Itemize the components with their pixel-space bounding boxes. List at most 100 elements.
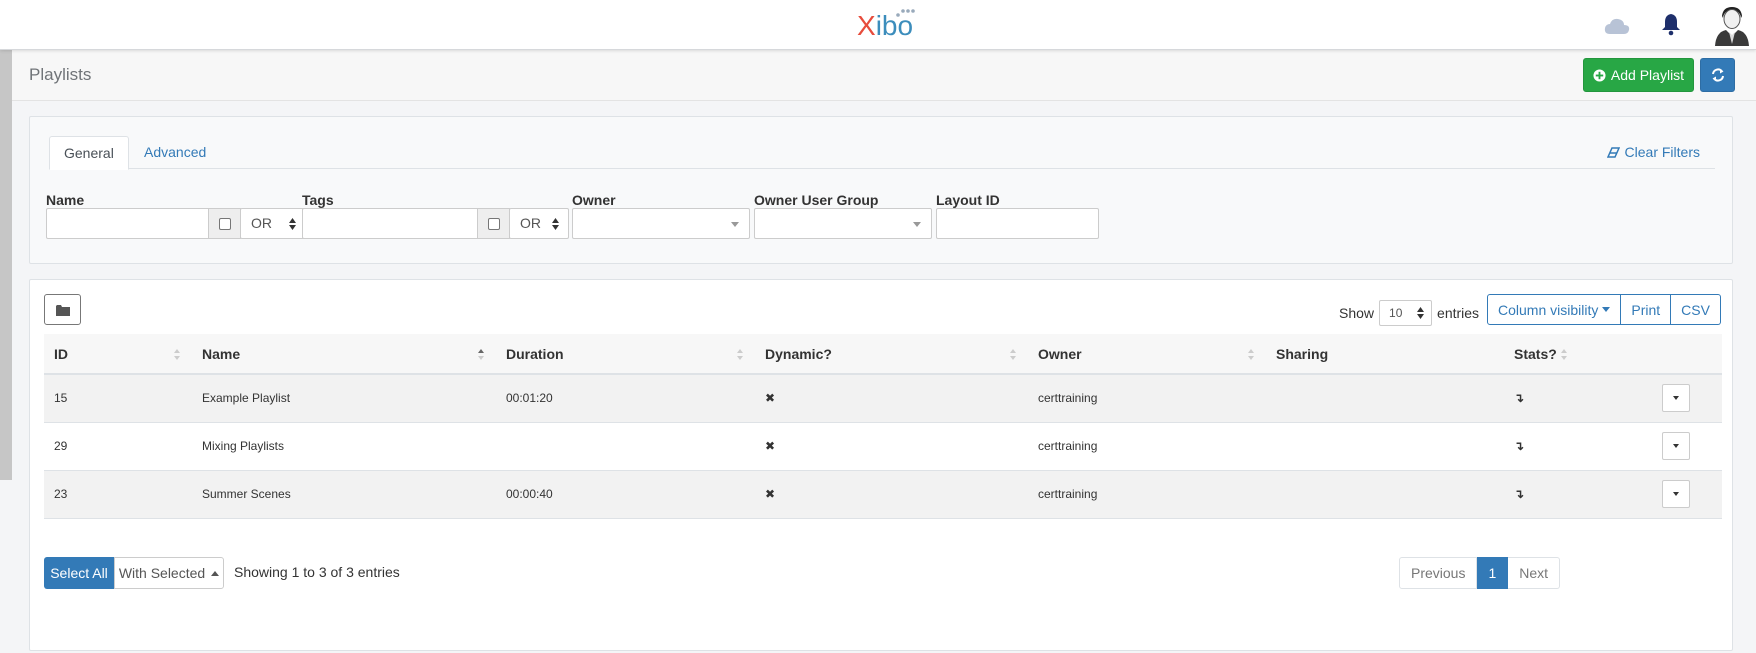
- page-length-select[interactable]: 10: [1379, 300, 1433, 326]
- cell-id: 23: [44, 470, 192, 519]
- tab-general[interactable]: General: [49, 136, 129, 170]
- caret-down-icon: [1602, 307, 1611, 312]
- caret-down-icon: [1673, 444, 1679, 448]
- table-info-text: Showing 1 to 3 of 3 entries: [234, 564, 400, 580]
- cell-sharing: [1266, 374, 1504, 423]
- cell-id: 15: [44, 374, 192, 423]
- stats-enabled-icon: ↴: [1514, 487, 1525, 501]
- page-title: Playlists: [29, 65, 92, 84]
- name-regex-checkbox[interactable]: [208, 208, 241, 239]
- previous-page-button[interactable]: Previous: [1399, 557, 1478, 589]
- tab-advanced[interactable]: Advanced: [130, 136, 220, 170]
- page-length-control: Show 10 entries: [1339, 300, 1479, 326]
- column-header-label: Duration: [506, 345, 564, 362]
- name-filter-input[interactable]: [46, 208, 210, 239]
- sort-icon: [1248, 349, 1254, 360]
- cell-dynamic: ✖: [755, 374, 1028, 423]
- layout-id-filter-input[interactable]: [936, 208, 1099, 239]
- cell-id: 29: [44, 422, 192, 471]
- tags-exact-checkbox[interactable]: [477, 208, 510, 239]
- pagination: Previous 1 Next: [1399, 557, 1561, 589]
- sidebar-strip: [0, 50, 12, 480]
- folder-button[interactable]: [44, 294, 81, 325]
- table-row[interactable]: 23 Summer Scenes 00:00:40 ✖ certtraining…: [44, 470, 1722, 519]
- select-all-button[interactable]: Select All: [44, 557, 114, 589]
- checkbox-box[interactable]: [218, 217, 231, 230]
- owner-filter-select[interactable]: [572, 208, 750, 239]
- caret-down-icon: [1673, 492, 1679, 496]
- plus-circle-icon: [1593, 68, 1606, 82]
- table-row[interactable]: 29 Mixing Playlists ✖ certtraining ↴: [44, 422, 1722, 471]
- caret-up-icon: [211, 570, 220, 576]
- name-operator-select[interactable]: OR: [240, 208, 306, 239]
- checkbox-box[interactable]: [487, 217, 500, 230]
- folder-icon: [55, 304, 70, 316]
- filter-tabs: General Advanced: [49, 136, 1715, 170]
- name-operator-value: OR: [251, 215, 272, 231]
- tags-filter-input[interactable]: [302, 208, 479, 239]
- row-actions-button[interactable]: [1662, 384, 1690, 413]
- tags-filter-label: Tags: [302, 192, 334, 208]
- bell-icon[interactable]: [1660, 12, 1682, 36]
- updown-icon: [289, 218, 296, 230]
- layout-id-filter-label: Layout ID: [936, 192, 1000, 208]
- row-actions-button[interactable]: [1662, 480, 1690, 508]
- sort-ascending-icon: [478, 349, 484, 360]
- cell-stats: ↴: [1504, 470, 1722, 519]
- clear-filters-label: Clear Filters: [1624, 144, 1700, 160]
- column-header-stats[interactable]: Stats?: [1504, 334, 1722, 375]
- csv-button[interactable]: CSV: [1671, 294, 1721, 325]
- cell-name: Summer Scenes: [192, 470, 496, 519]
- cell-duration: [496, 422, 755, 471]
- caret-down-icon: [1673, 396, 1679, 401]
- name-filter-label: Name: [46, 192, 85, 208]
- column-visibility-label: Column visibility: [1498, 301, 1599, 318]
- column-header-dynamic[interactable]: Dynamic?: [755, 334, 1028, 375]
- print-button[interactable]: Print: [1621, 294, 1672, 325]
- cell-dynamic: ✖: [755, 422, 1028, 471]
- updown-icon: [552, 218, 559, 230]
- column-header-label: ID: [54, 345, 68, 362]
- tags-operator-value: OR: [520, 215, 541, 231]
- sort-icon: [1561, 349, 1567, 360]
- owner-group-filter-select[interactable]: [754, 208, 932, 239]
- chevron-down-icon: [913, 222, 921, 227]
- cloud-icon[interactable]: [1604, 17, 1630, 35]
- column-visibility-button[interactable]: Column visibility: [1487, 294, 1622, 325]
- updown-icon: [1417, 307, 1425, 319]
- column-header-name[interactable]: Name: [192, 334, 496, 375]
- cell-duration: 00:00:40: [496, 470, 755, 519]
- add-playlist-button[interactable]: Add Playlist: [1583, 58, 1694, 92]
- top-navbar: Xibo: [0, 0, 1756, 50]
- column-header-duration[interactable]: Duration: [496, 334, 755, 375]
- tags-operator-select[interactable]: OR: [509, 208, 569, 239]
- xibo-logo[interactable]: Xibo: [857, 9, 915, 44]
- cell-owner: certtraining: [1028, 470, 1266, 519]
- sort-icon: [737, 349, 743, 360]
- eraser-icon: [1606, 146, 1620, 158]
- clear-filters-link[interactable]: Clear Filters: [1606, 144, 1700, 160]
- page-1-button[interactable]: 1: [1477, 557, 1509, 589]
- page-header: Playlists Add Playlist: [12, 50, 1756, 101]
- row-actions-button[interactable]: [1662, 432, 1690, 460]
- column-header-id[interactable]: ID: [44, 334, 192, 375]
- avatar[interactable]: [1712, 4, 1752, 46]
- table-header-row: ID Name Duration Dynamic? Owner Sharing …: [44, 334, 1722, 375]
- playlists-table: ID Name Duration Dynamic? Owner Sharing …: [44, 334, 1722, 519]
- cell-owner: certtraining: [1028, 422, 1266, 471]
- cell-stats: ↴: [1504, 422, 1722, 471]
- column-header-label: Owner: [1038, 345, 1082, 362]
- refresh-button[interactable]: [1700, 58, 1735, 92]
- with-selected-label: With Selected: [118, 565, 206, 581]
- with-selected-button[interactable]: With Selected: [114, 557, 224, 589]
- cell-name: Example Playlist: [192, 374, 496, 423]
- cell-sharing: [1266, 470, 1504, 519]
- stats-enabled-icon: ↴: [1514, 391, 1525, 406]
- column-header-owner[interactable]: Owner: [1028, 334, 1266, 375]
- column-header-label: Dynamic?: [765, 345, 832, 362]
- chevron-down-icon: [731, 222, 739, 227]
- logo-x: X: [857, 10, 876, 41]
- table-row[interactable]: 15 Example Playlist 00:01:20 ✖ certtrain…: [44, 374, 1722, 423]
- next-page-button[interactable]: Next: [1508, 557, 1561, 589]
- page-length-value: 10: [1389, 306, 1403, 320]
